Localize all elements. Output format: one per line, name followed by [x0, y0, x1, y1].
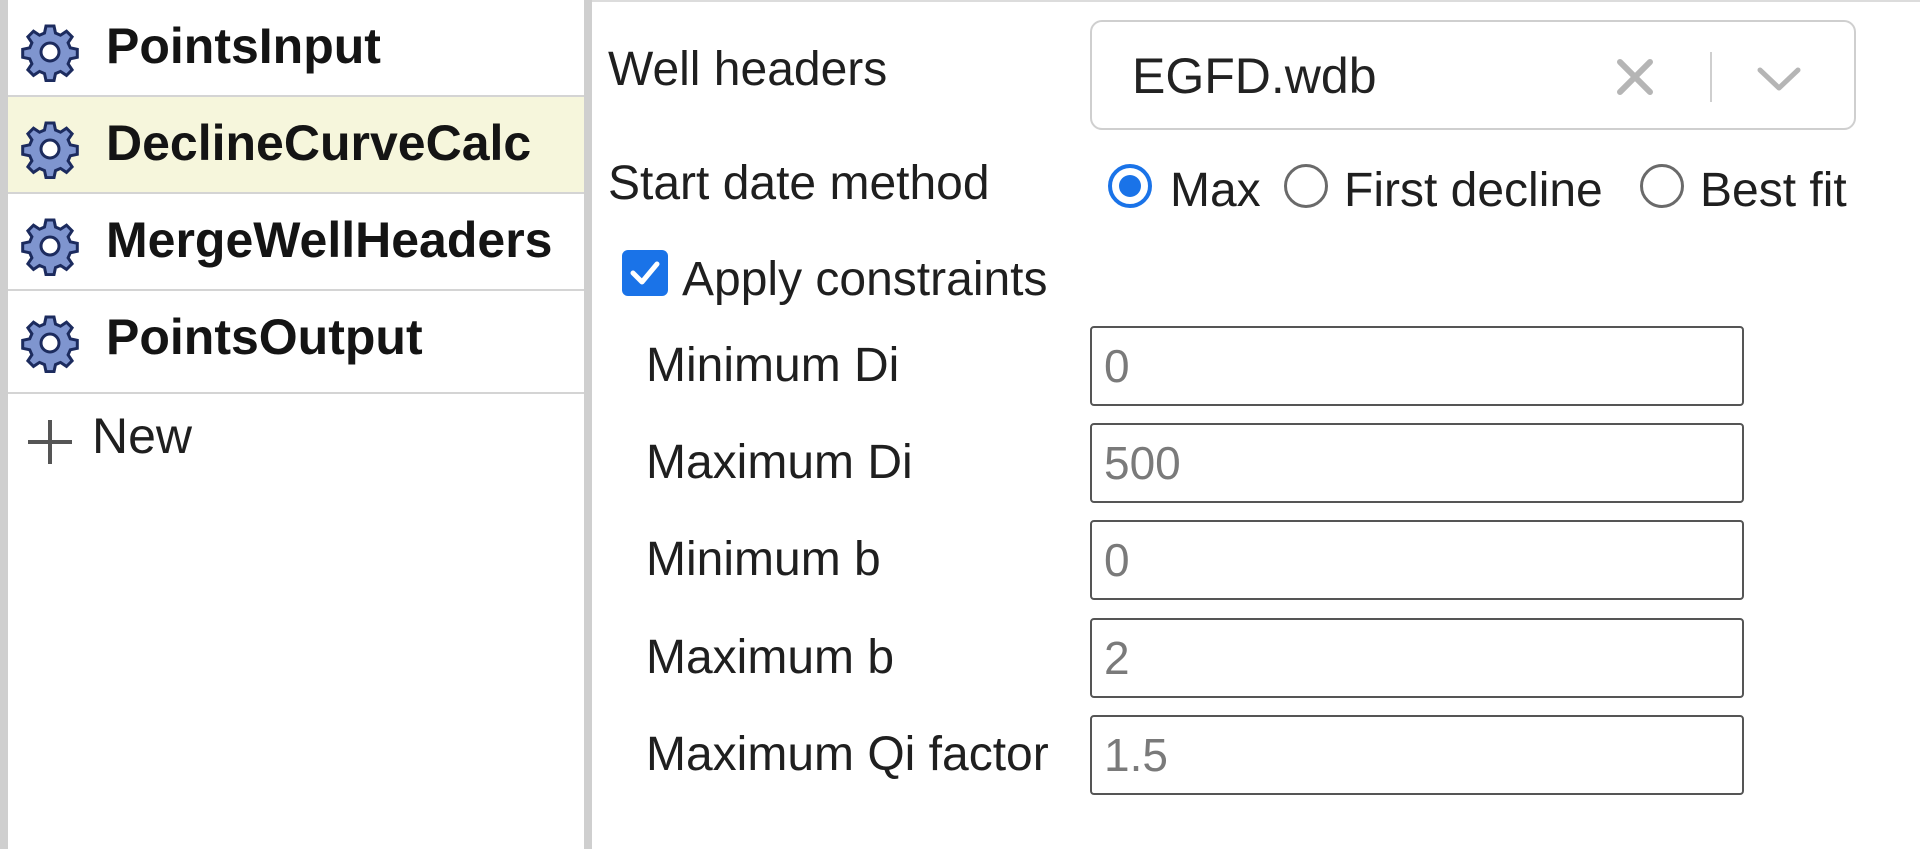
- maximum-b-field[interactable]: [1090, 618, 1744, 698]
- radio-first-decline[interactable]: [1284, 164, 1328, 208]
- sidebar-item-label: PointsInput: [106, 18, 381, 74]
- sidebar-item-mergewellheaders[interactable]: MergeWellHeaders: [8, 194, 584, 291]
- select-separator: [1710, 52, 1712, 102]
- window-edge: [0, 0, 8, 849]
- radio-first-decline-label: First decline: [1344, 164, 1603, 217]
- new-button-label: New: [92, 408, 193, 464]
- minimum-b-label: Minimum b: [646, 533, 881, 586]
- maximum-qi-factor-field[interactable]: [1090, 715, 1744, 795]
- minimum-b-field[interactable]: [1090, 520, 1744, 600]
- sidebar-item-pointsoutput[interactable]: PointsOutput: [8, 291, 584, 394]
- sidebar-item-label: DeclineCurveCalc: [106, 115, 532, 171]
- minimum-di-label: Minimum Di: [646, 339, 900, 392]
- gear-icon: [21, 121, 79, 179]
- maximum-di-field[interactable]: [1090, 423, 1744, 503]
- start-date-method-label: Start date method: [608, 157, 990, 210]
- gear-icon: [21, 24, 79, 82]
- well-headers-select[interactable]: EGFD.wdb: [1090, 20, 1856, 130]
- sidebar-item-label: PointsOutput: [106, 309, 423, 365]
- well-headers-value: EGFD.wdb: [1132, 48, 1377, 104]
- properties-panel: Well headers EGFD.wdb Start date method …: [592, 0, 1920, 849]
- apply-constraints-checkbox[interactable]: [622, 250, 668, 296]
- radio-max-label: Max: [1170, 164, 1261, 217]
- radio-best-fit-label: Best fit: [1700, 164, 1847, 217]
- chevron-down-icon[interactable]: [1754, 58, 1804, 98]
- checkmark-icon: [630, 261, 660, 285]
- maximum-di-label: Maximum Di: [646, 436, 913, 489]
- gear-icon: [21, 218, 79, 276]
- clear-icon[interactable]: [1614, 56, 1656, 98]
- radio-best-fit[interactable]: [1640, 164, 1684, 208]
- sidebar-item-label: MergeWellHeaders: [106, 212, 553, 268]
- sidebar: PointsInput DeclineCurveCalc MergeWellHe…: [8, 0, 584, 849]
- minimum-di-field[interactable]: [1090, 326, 1744, 406]
- maximum-qi-factor-label: Maximum Qi factor: [646, 728, 1049, 781]
- new-button[interactable]: New: [8, 398, 584, 478]
- app-window: PointsInput DeclineCurveCalc MergeWellHe…: [0, 0, 1920, 849]
- sidebar-item-pointsinput[interactable]: PointsInput: [8, 0, 584, 97]
- plus-icon: [28, 420, 72, 464]
- well-headers-label: Well headers: [608, 43, 888, 96]
- gear-icon: [21, 315, 79, 373]
- apply-constraints-label: Apply constraints: [682, 253, 1048, 306]
- sidebar-item-declinecurvecalc[interactable]: DeclineCurveCalc: [8, 97, 584, 194]
- divider: [592, 0, 1920, 2]
- panel-splitter[interactable]: [584, 0, 592, 849]
- maximum-b-label: Maximum b: [646, 631, 895, 684]
- radio-max[interactable]: [1108, 164, 1152, 208]
